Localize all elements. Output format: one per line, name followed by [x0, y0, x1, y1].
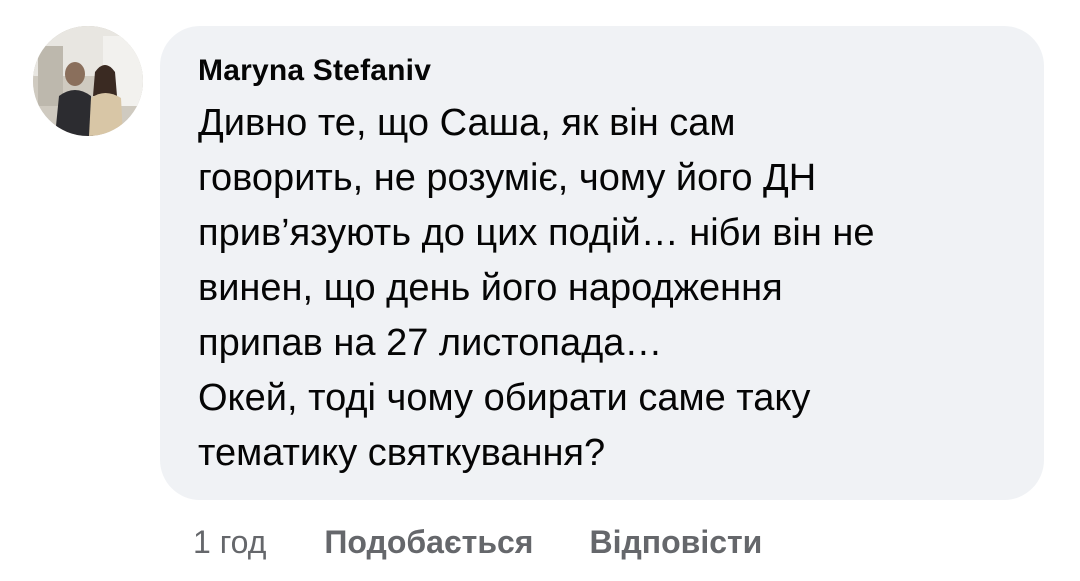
comment-text-line: прив’язують до цих подій… ніби він не: [198, 212, 875, 254]
like-button[interactable]: Подобається: [324, 524, 533, 561]
comment: Maryna Stefaniv Дивно те, що Саша, як ві…: [0, 0, 1080, 581]
comment-timestamp[interactable]: 1 год: [193, 524, 266, 561]
comment-bubble: Maryna Stefaniv Дивно те, що Саша, як ві…: [160, 26, 1044, 500]
profile-photo-icon: [33, 26, 143, 136]
comment-text-line: припав на 27 листопада…: [198, 322, 663, 364]
comment-text-line: Окей, тоді чому обирати саме таку: [198, 377, 811, 419]
avatar[interactable]: [33, 26, 143, 136]
comment-text-line: тематику святкування?: [198, 432, 606, 474]
reply-button[interactable]: Відповісти: [589, 524, 762, 561]
comment-text-line: Дивно те, що Саша, як він сам: [198, 102, 736, 144]
comment-text: Дивно те, що Саша, як він сам говорить, …: [198, 96, 1018, 481]
comment-author[interactable]: Maryna Stefaniv: [198, 54, 431, 88]
comment-text-line: говорить, не розуміє, чому його ДН: [198, 157, 817, 199]
comment-actions: 1 год Подобається Відповісти: [193, 520, 762, 564]
comment-text-line: винен, що день його народження: [198, 267, 783, 309]
